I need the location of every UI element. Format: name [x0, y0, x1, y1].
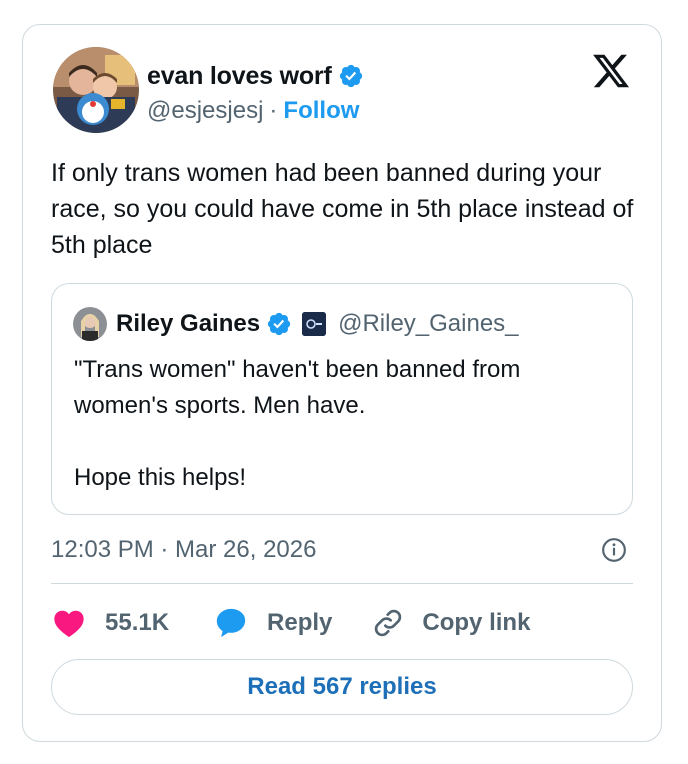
link-icon — [375, 609, 402, 637]
like-count: 55.1K — [105, 609, 170, 636]
reply-label: Reply — [267, 609, 333, 636]
handle-separator: · — [269, 97, 278, 124]
affiliation-badge-icon — [302, 312, 327, 336]
author-name-row: evan loves worf — [147, 59, 364, 93]
quoted-author-row: Riley Gaines @Riley_Gaines_ — [116, 306, 519, 342]
read-replies-button[interactable]: Read 567 replies — [51, 659, 633, 715]
quoted-tweet-text: "Trans women" haven't been banned from w… — [74, 356, 521, 491]
author-display-name[interactable]: evan loves worf — [147, 62, 332, 91]
quoted-author-name[interactable]: Riley Gaines — [116, 310, 260, 338]
info-icon[interactable] — [601, 537, 627, 563]
tweet-text: If only trans women had been banned duri… — [51, 159, 634, 259]
author-avatar[interactable] — [53, 47, 139, 133]
follow-button[interactable]: Follow — [283, 97, 359, 125]
embedded-tweet-card: evan loves worf @esjesjesj · Follow If o… — [22, 24, 662, 742]
reply-button[interactable]: Reply — [213, 606, 332, 640]
verified-badge-icon — [339, 64, 362, 88]
action-bar: 55.1K Reply Copy link — [53, 603, 530, 643]
tweet-timestamp[interactable]: 12:03 PM · Mar 26, 2026 — [51, 533, 316, 567]
quoted-author-avatar[interactable] — [73, 307, 107, 341]
heart-icon — [54, 610, 84, 638]
author-handle-row: @esjesjesj · Follow — [147, 95, 359, 127]
quoted-author-handle[interactable]: @Riley_Gaines_ — [338, 310, 518, 338]
copy-link-button[interactable]: Copy link — [372, 607, 530, 639]
author-handle[interactable]: @esjesjesj — [147, 97, 263, 125]
copy-link-label: Copy link — [422, 609, 531, 636]
divider — [51, 583, 633, 584]
x-logo-icon[interactable] — [591, 51, 631, 91]
quoted-tweet[interactable]: Riley Gaines @Riley_Gaines_ "Trans women… — [51, 283, 633, 515]
verified-badge-icon — [267, 312, 291, 336]
like-button[interactable]: 55.1K — [53, 608, 169, 638]
speech-bubble-icon — [216, 608, 246, 638]
